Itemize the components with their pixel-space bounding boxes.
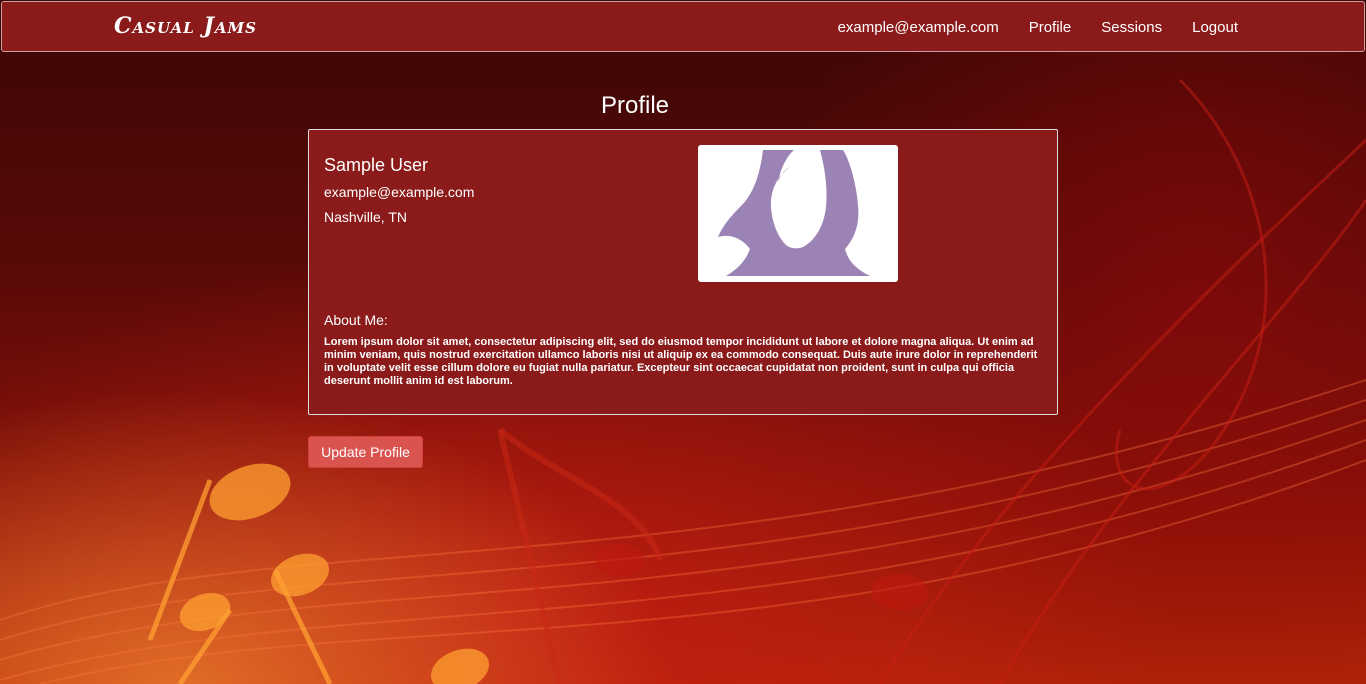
user-name: Sample User xyxy=(324,155,429,175)
top-navbar: Casual Jams example@example.com Profile … xyxy=(1,1,1365,52)
avatar xyxy=(698,145,898,282)
female-avatar-placeholder-icon xyxy=(718,150,870,276)
update-profile-button[interactable]: Update Profile xyxy=(308,436,423,468)
page-title: Profile xyxy=(600,92,670,119)
brand-logo[interactable]: Casual Jams xyxy=(114,13,257,39)
nav-links: example@example.com Profile Sessions Log… xyxy=(808,19,1238,36)
nav-link-logout[interactable]: Logout xyxy=(1192,19,1238,36)
user-email: example@example.com xyxy=(324,184,475,200)
user-location: Nashville, TN xyxy=(324,209,407,225)
nav-link-sessions[interactable]: Sessions xyxy=(1101,19,1162,36)
about-me-label: About Me: xyxy=(324,312,388,328)
profile-card: Sample User example@example.com Nashvill… xyxy=(308,129,1058,415)
nav-link-account-email[interactable]: example@example.com xyxy=(838,19,999,36)
about-me-text: Lorem ipsum dolor sit amet, consectetur … xyxy=(324,336,1038,387)
nav-link-profile[interactable]: Profile xyxy=(1029,19,1072,36)
